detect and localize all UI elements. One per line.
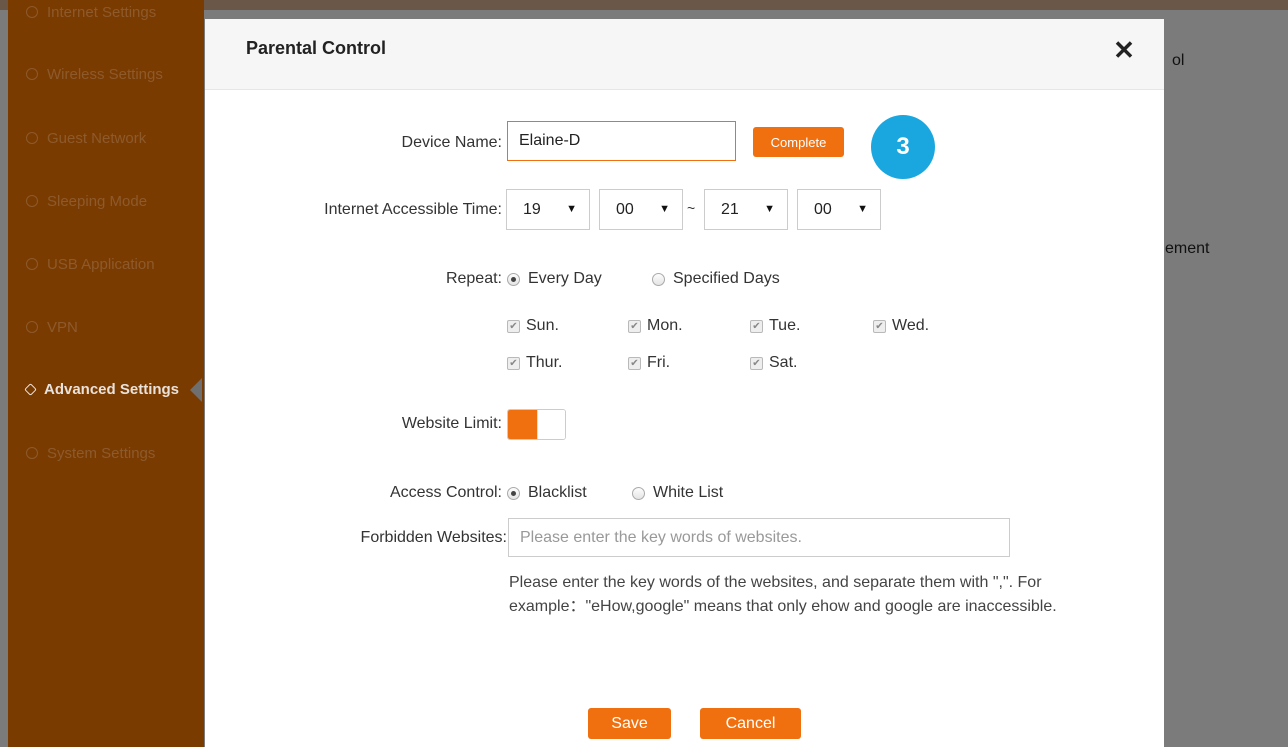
checkmark-icon: ✔ — [873, 319, 886, 333]
background-partial-text: ol — [1172, 52, 1185, 69]
checkmark-icon: ✔ — [628, 356, 641, 370]
checkmark-icon: ✔ — [507, 319, 520, 333]
radio-unselected-icon — [652, 272, 665, 286]
dropdown-arrow-icon: ▼ — [566, 203, 577, 215]
dropdown-arrow-icon: ▼ — [857, 203, 868, 215]
sidebar-item-usb-application[interactable]: USB Application — [26, 252, 155, 276]
access-whitelist-radio[interactable]: White List — [632, 484, 723, 502]
checkmark-icon: ✔ — [628, 319, 641, 333]
wrench-icon — [24, 382, 37, 396]
wifi-icon — [26, 68, 38, 80]
moon-icon — [26, 195, 38, 207]
day-checkbox-sun[interactable]: ✔ Sun. — [507, 317, 559, 335]
forbidden-websites-hint: Please enter the key words of the websit… — [509, 574, 1057, 615]
sidebar-item-sleeping-mode[interactable]: Sleeping Mode — [26, 189, 147, 213]
toggle-knob — [537, 410, 565, 439]
device-name-input[interactable] — [507, 121, 736, 161]
sidebar-item-advanced-settings[interactable]: Advanced Settings — [24, 377, 179, 401]
complete-button[interactable]: Complete — [753, 127, 844, 157]
day-checkbox-tue[interactable]: ✔ Tue. — [750, 317, 800, 335]
globe-icon — [26, 6, 38, 18]
sidebar-item-internet-settings[interactable]: Internet Settings — [26, 0, 156, 24]
step-number-badge: 3 — [871, 115, 935, 179]
parental-control-dialog: Parental Control ✕ Device Name: Complete… — [205, 19, 1164, 747]
sidebar-item-guest-network[interactable]: Guest Network — [26, 126, 146, 150]
checkmark-icon: ✔ — [750, 319, 763, 333]
access-control-label: Access Control: — [389, 484, 502, 501]
website-limit-label: Website Limit: — [401, 415, 502, 432]
save-button[interactable]: Save — [588, 708, 671, 739]
background-partial-text: ement — [1165, 240, 1210, 257]
checkmark-icon: ✔ — [750, 356, 763, 370]
radio-selected-icon — [507, 486, 520, 500]
day-checkbox-thur[interactable]: ✔ Thur. — [507, 354, 562, 372]
guest-icon — [26, 132, 38, 144]
sidebar: Internet Settings Wireless Settings Gues… — [8, 0, 204, 747]
access-blacklist-radio[interactable]: Blacklist — [507, 484, 587, 502]
sidebar-item-wireless-settings[interactable]: Wireless Settings — [26, 62, 163, 86]
active-item-pointer — [190, 378, 202, 402]
day-checkbox-mon[interactable]: ✔ Mon. — [628, 317, 683, 335]
end-hour-select[interactable]: 21 ▼ — [704, 189, 788, 230]
repeat-label: Repeat: — [445, 270, 502, 287]
cancel-button[interactable]: Cancel — [700, 708, 801, 739]
forbidden-websites-label: Forbidden Websites: — [360, 529, 507, 546]
day-checkbox-fri[interactable]: ✔ Fri. — [628, 354, 670, 372]
dropdown-arrow-icon: ▼ — [764, 203, 775, 215]
dropdown-arrow-icon: ▼ — [659, 203, 670, 215]
radio-unselected-icon — [632, 486, 645, 500]
usb-icon — [26, 258, 38, 270]
end-minute-select[interactable]: 00 ▼ — [797, 189, 881, 230]
checkmark-icon: ✔ — [507, 356, 520, 370]
internet-time-label: Internet Accessible Time: — [324, 201, 502, 218]
toggle-on-indicator — [508, 410, 539, 439]
day-checkbox-wed[interactable]: ✔ Wed. — [873, 317, 929, 335]
website-limit-toggle[interactable] — [507, 409, 566, 440]
close-icon[interactable]: ✕ — [1111, 37, 1137, 63]
time-range-separator: ~ — [687, 200, 696, 216]
repeat-every-day-radio[interactable]: Every Day — [507, 270, 602, 288]
start-minute-select[interactable]: 00 ▼ — [599, 189, 683, 230]
day-checkbox-sat[interactable]: ✔ Sat. — [750, 354, 797, 372]
device-name-label: Device Name: — [401, 134, 502, 151]
repeat-specified-days-radio[interactable]: Specified Days — [652, 270, 780, 288]
dialog-title: Parental Control — [246, 38, 387, 58]
sidebar-item-system-settings[interactable]: System Settings — [26, 441, 155, 465]
sidebar-item-vpn[interactable]: VPN — [26, 315, 78, 339]
gear-icon — [26, 447, 38, 459]
radio-selected-icon — [507, 272, 520, 286]
start-hour-select[interactable]: 19 ▼ — [506, 189, 590, 230]
dialog-header: Parental Control ✕ — [205, 19, 1164, 90]
forbidden-websites-input[interactable] — [508, 518, 1010, 557]
vpn-icon — [26, 321, 38, 333]
